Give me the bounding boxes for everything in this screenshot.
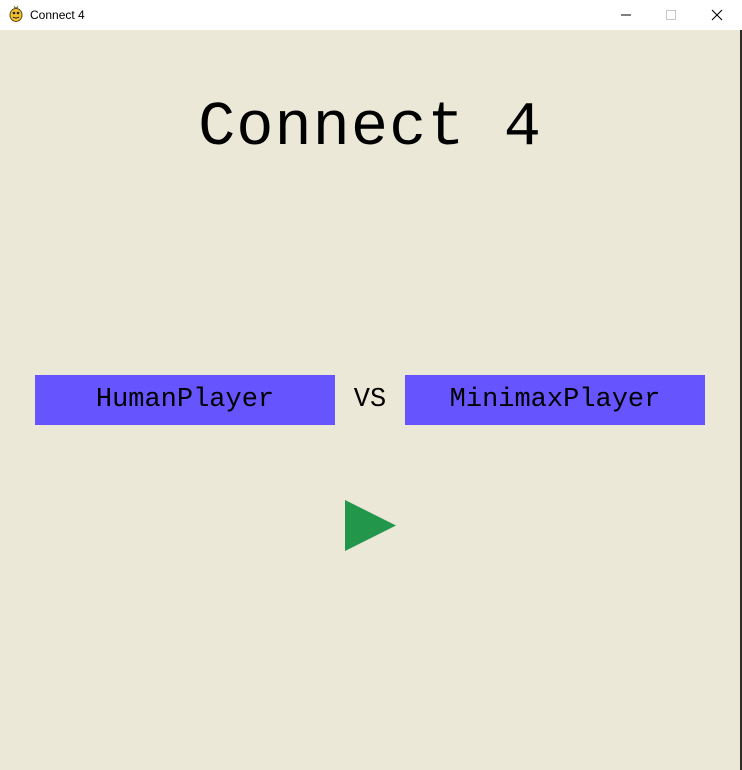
vs-label: VS — [353, 385, 387, 415]
app-window: Connect 4 Connect 4 HumanPlayer VS Minim… — [0, 0, 742, 770]
player1-select-button[interactable]: HumanPlayer — [35, 375, 335, 425]
close-button[interactable] — [694, 0, 740, 30]
game-title: Connect 4 — [198, 92, 542, 163]
pygame-snake-icon — [9, 6, 23, 22]
game-canvas: Connect 4 HumanPlayer VS MinimaxPlayer — [0, 30, 740, 770]
window-title: Connect 4 — [30, 8, 85, 22]
title-bar[interactable]: Connect 4 — [0, 0, 742, 30]
player1-label: HumanPlayer — [95, 385, 275, 415]
play-icon — [345, 500, 396, 551]
play-button[interactable] — [345, 500, 396, 551]
maximize-icon — [666, 10, 676, 20]
player2-label: MinimaxPlayer — [449, 385, 661, 415]
minimize-icon — [621, 14, 631, 16]
close-icon — [711, 9, 723, 21]
maximize-button[interactable] — [648, 0, 694, 30]
minimize-button[interactable] — [603, 0, 649, 30]
player2-select-button[interactable]: MinimaxPlayer — [405, 375, 705, 425]
